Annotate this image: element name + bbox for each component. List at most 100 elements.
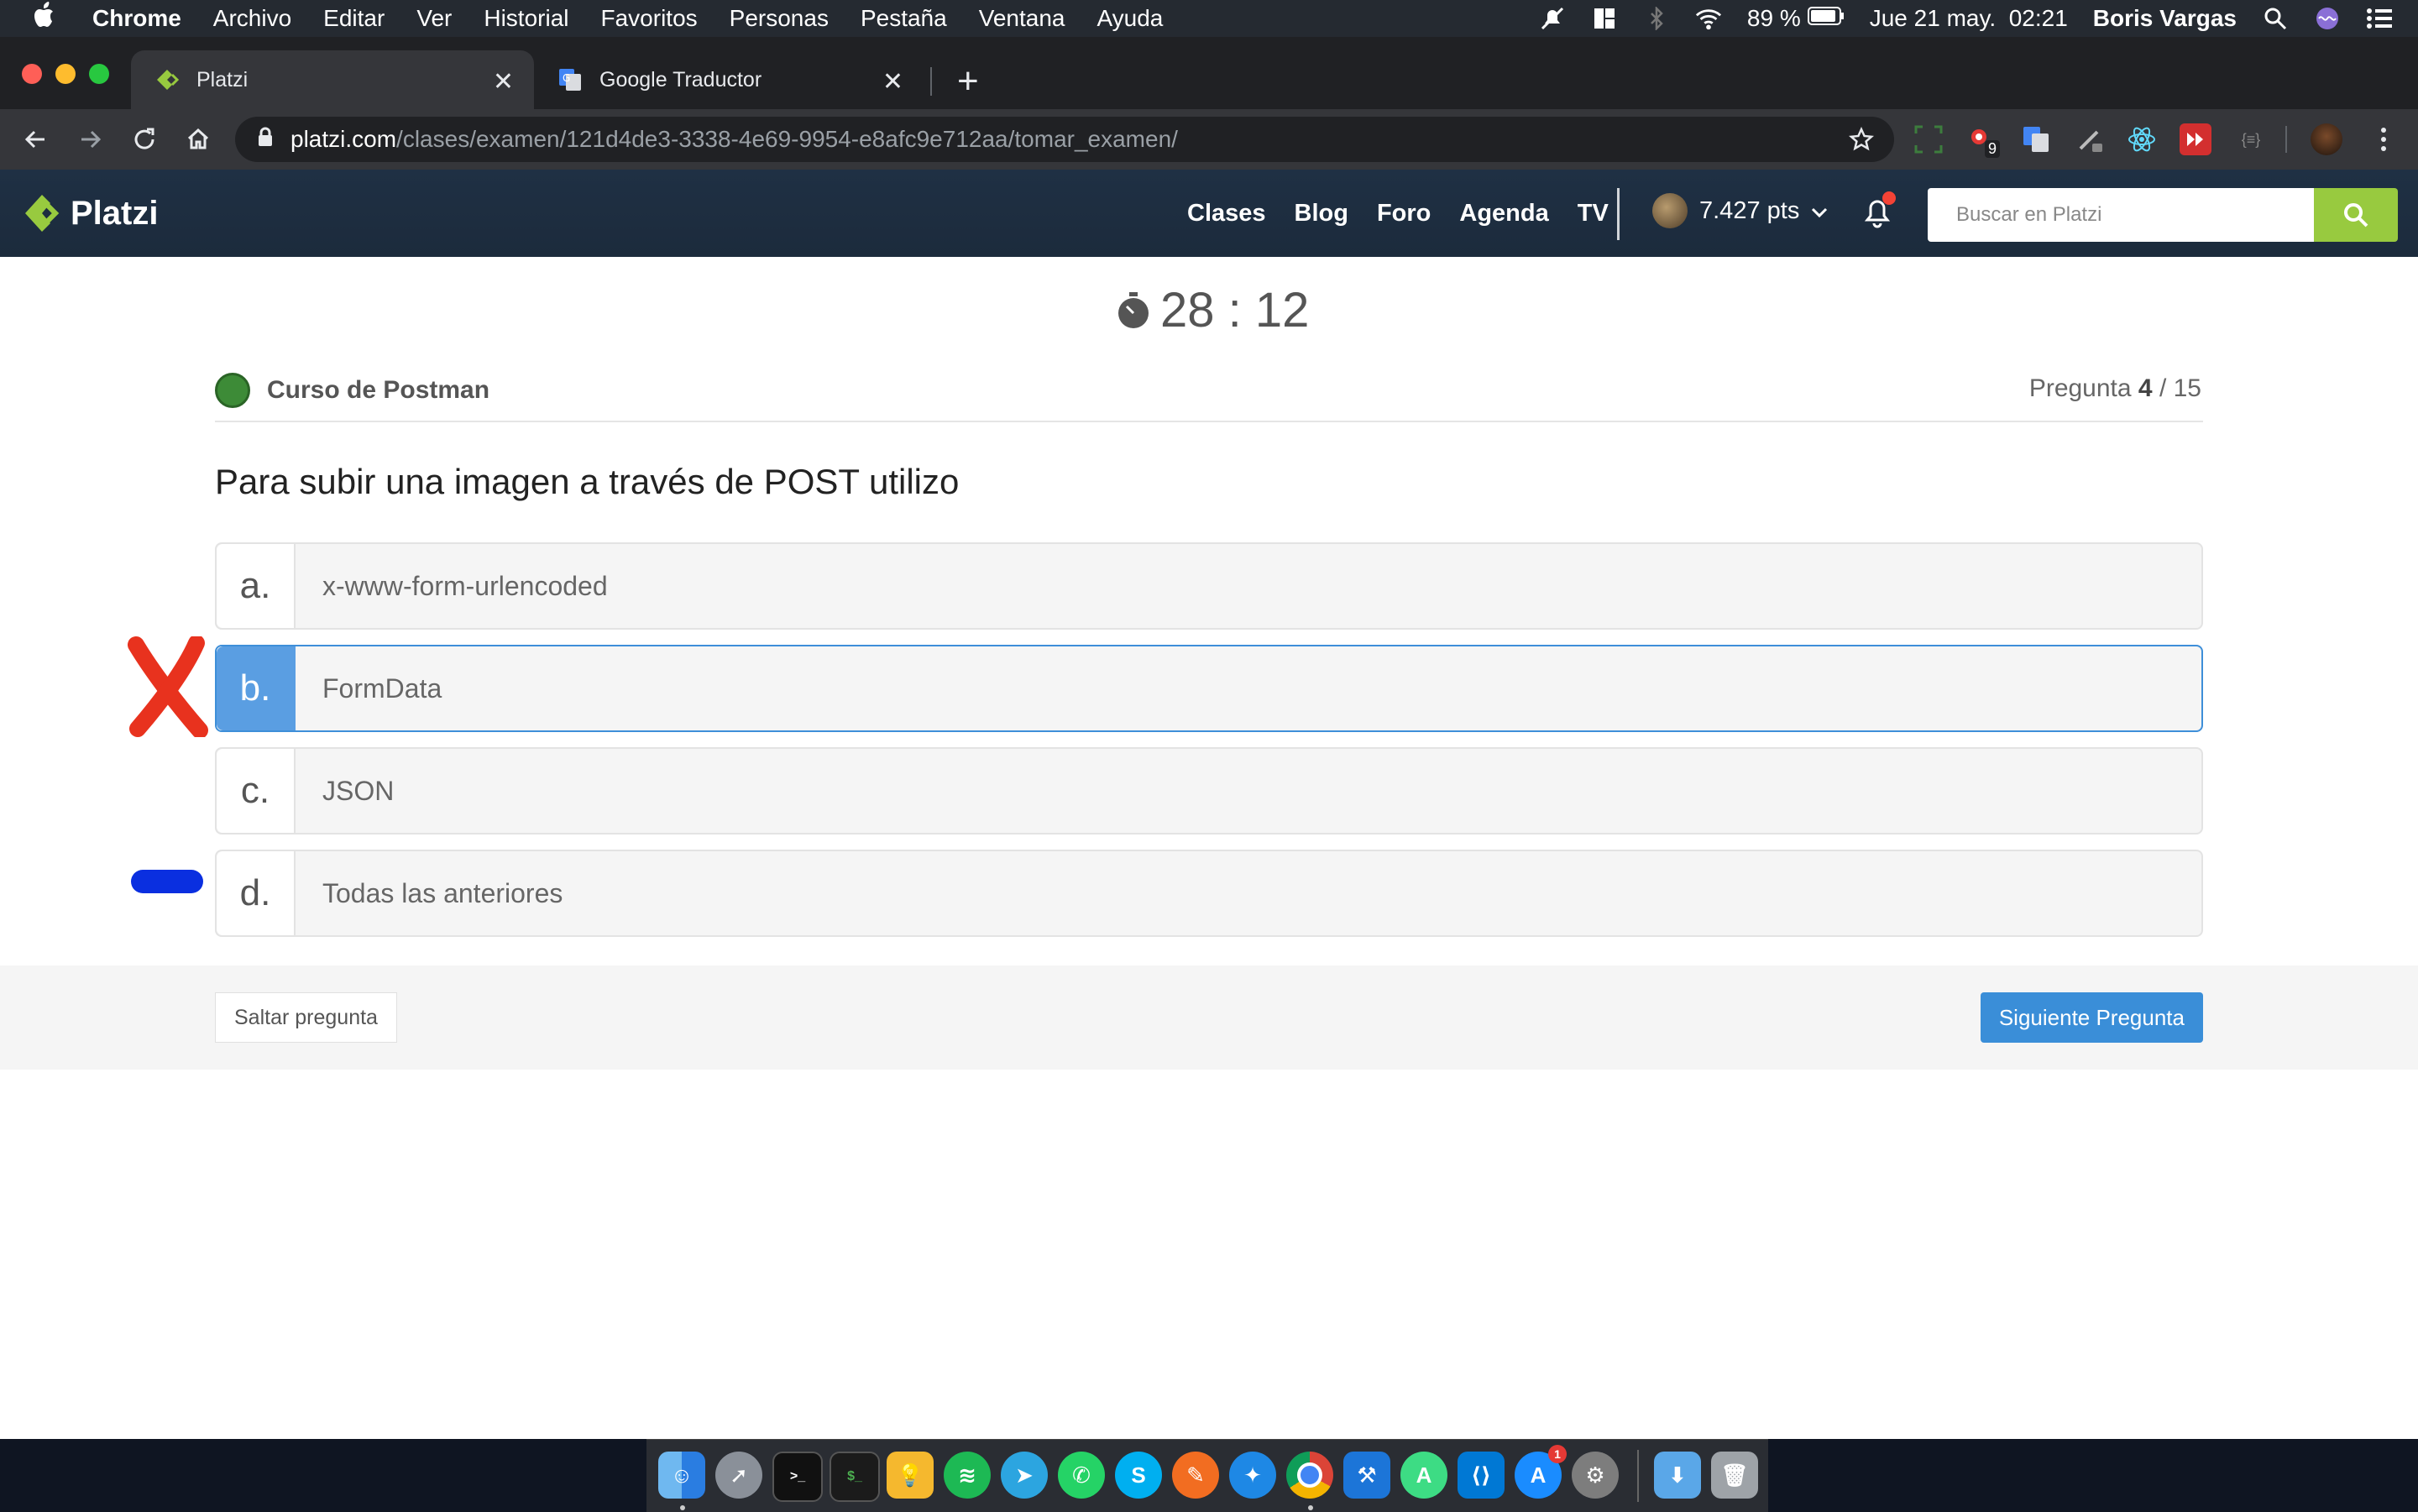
skype-icon[interactable]: S bbox=[1115, 1452, 1162, 1499]
menu-app-chrome[interactable]: Chrome bbox=[92, 5, 181, 32]
extension-with-badge-icon[interactable]: 9 bbox=[1966, 123, 2001, 158]
spotlight-search-icon[interactable] bbox=[2262, 5, 2289, 32]
wifi-icon[interactable] bbox=[1695, 5, 1722, 32]
profile-avatar[interactable] bbox=[2311, 123, 2342, 155]
launchpad-icon[interactable]: ➚ bbox=[715, 1452, 762, 1499]
apple-menu-icon[interactable] bbox=[34, 2, 67, 35]
app-store-badge: 1 bbox=[1548, 1445, 1567, 1463]
menu-ver[interactable]: Ver bbox=[416, 5, 452, 32]
tab-google-traductor[interactable]: G Google Traductor ✕ bbox=[534, 50, 924, 109]
search-icon bbox=[2344, 203, 2368, 228]
menu-favoritos[interactable]: Favoritos bbox=[601, 5, 698, 32]
platzi-brand: Platzi bbox=[71, 194, 159, 232]
window-zoom-button[interactable] bbox=[89, 64, 109, 84]
finder-icon[interactable]: ☺ bbox=[658, 1452, 705, 1499]
safari-icon[interactable]: ✦ bbox=[1229, 1452, 1276, 1499]
option-a[interactable]: a. x-www-form-urlencoded bbox=[215, 542, 2203, 630]
menu-historial[interactable]: Historial bbox=[484, 5, 568, 32]
lightbulb-icon[interactable]: 💡 bbox=[887, 1452, 934, 1499]
nav-agenda[interactable]: Agenda bbox=[1459, 200, 1548, 228]
forward-arrow-icon[interactable] bbox=[76, 124, 106, 154]
user-avatar bbox=[1652, 193, 1688, 228]
reload-icon[interactable] bbox=[129, 124, 160, 154]
tab-close-icon[interactable]: ✕ bbox=[882, 67, 903, 97]
notification-mute-icon[interactable] bbox=[1539, 5, 1566, 32]
lock-icon[interactable] bbox=[257, 126, 274, 153]
bluetooth-icon[interactable] bbox=[1643, 5, 1670, 32]
notifications-bell-icon[interactable] bbox=[1862, 191, 1896, 233]
media-extension-icon[interactable] bbox=[2180, 123, 2211, 155]
address-bar[interactable]: platzi.com/clases/examen/121d4de3-3338-4… bbox=[235, 117, 1894, 162]
menu-personas[interactable]: Personas bbox=[730, 5, 829, 32]
question-text: Para subir una imagen a través de POST u… bbox=[215, 462, 960, 501]
menubar-clock[interactable]: Jue 21 may. 02:21 bbox=[1870, 5, 2068, 32]
json-viewer-extension-icon[interactable]: {≡} bbox=[2235, 123, 2267, 155]
window-layout-icon[interactable] bbox=[1591, 5, 1618, 32]
stopwatch-icon bbox=[1118, 291, 1149, 328]
tab-divider bbox=[930, 67, 932, 96]
menu-ventana[interactable]: Ventana bbox=[979, 5, 1065, 32]
chrome-menu-icon[interactable] bbox=[2368, 123, 2400, 155]
react-devtools-icon[interactable] bbox=[2126, 123, 2158, 155]
google-translate-favicon: G bbox=[557, 67, 583, 92]
menu-pestana[interactable]: Pestaña bbox=[861, 5, 947, 32]
color-picker-extension-icon[interactable] bbox=[2074, 123, 2106, 155]
menubar-user[interactable]: Boris Vargas bbox=[2093, 5, 2237, 32]
option-d[interactable]: d. Todas las anteriores bbox=[215, 850, 2203, 937]
exam-timer: 28 : 12 bbox=[1115, 282, 1309, 338]
window-close-button[interactable] bbox=[22, 64, 42, 84]
app-store-icon[interactable]: A 1 bbox=[1515, 1445, 1567, 1499]
exam-content: 28 : 12 Curso de Postman Pregunta 4 / 15… bbox=[0, 257, 2418, 1439]
skip-question-button[interactable]: Saltar pregunta bbox=[215, 992, 397, 1043]
search-input[interactable]: Buscar en Platzi bbox=[1928, 188, 2314, 242]
search-button[interactable] bbox=[2314, 188, 2398, 242]
trash-icon[interactable]: 🗑 bbox=[1711, 1452, 1758, 1499]
android-studio-icon[interactable]: A bbox=[1400, 1452, 1447, 1499]
screenshot-extension-icon[interactable] bbox=[1913, 123, 1944, 155]
timer-value: 28 : 12 bbox=[1160, 283, 1310, 337]
chrome-icon[interactable] bbox=[1286, 1452, 1333, 1499]
toolbar-divider bbox=[2285, 126, 2287, 153]
question-total: / 15 bbox=[2159, 374, 2201, 402]
option-c[interactable]: c. JSON bbox=[215, 747, 2203, 834]
option-text: FormData bbox=[322, 672, 442, 704]
nav-foro[interactable]: Foro bbox=[1377, 200, 1431, 228]
tab-close-icon[interactable]: ✕ bbox=[493, 67, 514, 97]
points-dropdown[interactable]: 7.427 pts bbox=[1652, 193, 1828, 228]
system-preferences-icon[interactable]: ⚙ bbox=[1572, 1452, 1619, 1499]
menu-archivo[interactable]: Archivo bbox=[213, 5, 291, 32]
iterm-icon[interactable]: $_ bbox=[830, 1452, 880, 1502]
pencil-app-icon[interactable]: ✎ bbox=[1172, 1452, 1219, 1499]
xcode-icon[interactable]: ⚒ bbox=[1343, 1452, 1390, 1499]
question-counter: Pregunta 4 / 15 bbox=[2029, 374, 2201, 403]
menu-ayuda[interactable]: Ayuda bbox=[1096, 5, 1163, 32]
home-icon[interactable] bbox=[183, 124, 213, 154]
whatsapp-icon[interactable]: ✆ bbox=[1058, 1452, 1105, 1499]
nav-tv[interactable]: TV bbox=[1578, 200, 1609, 228]
vscode-icon[interactable]: ⟨⟩ bbox=[1458, 1452, 1505, 1499]
google-translate-extension-icon[interactable] bbox=[2020, 123, 2052, 155]
header-divider-line bbox=[215, 421, 2203, 422]
terminal-icon[interactable]: >_ bbox=[772, 1452, 823, 1502]
back-arrow-icon[interactable] bbox=[20, 124, 50, 154]
next-question-button[interactable]: Siguiente Pregunta bbox=[1980, 992, 2203, 1043]
window-minimize-button[interactable] bbox=[55, 64, 76, 84]
nav-clases[interactable]: Clases bbox=[1187, 200, 1266, 228]
new-tab-button[interactable]: + bbox=[957, 60, 979, 102]
battery-status[interactable]: 89 % bbox=[1747, 5, 1845, 32]
option-b[interactable]: b. FormData bbox=[215, 645, 2203, 732]
course-badge-icon bbox=[215, 373, 250, 408]
menu-editar[interactable]: Editar bbox=[323, 5, 385, 32]
option-letter: d. bbox=[217, 851, 296, 935]
tab-platzi[interactable]: Platzi ✕ bbox=[131, 50, 534, 109]
downloads-folder-icon[interactable]: ⬇ bbox=[1654, 1452, 1701, 1499]
telegram-icon[interactable]: ➤ bbox=[1001, 1452, 1048, 1499]
spotify-icon[interactable]: ≋ bbox=[944, 1452, 991, 1499]
siri-icon[interactable] bbox=[2314, 5, 2341, 32]
notification-center-icon[interactable] bbox=[2366, 5, 2393, 32]
bookmark-star-icon[interactable] bbox=[1848, 126, 1875, 158]
option-text: Todas las anteriores bbox=[322, 877, 563, 908]
platzi-logo[interactable]: Platzi bbox=[24, 193, 158, 233]
nav-blog[interactable]: Blog bbox=[1295, 200, 1348, 228]
notification-dot bbox=[1882, 191, 1896, 205]
